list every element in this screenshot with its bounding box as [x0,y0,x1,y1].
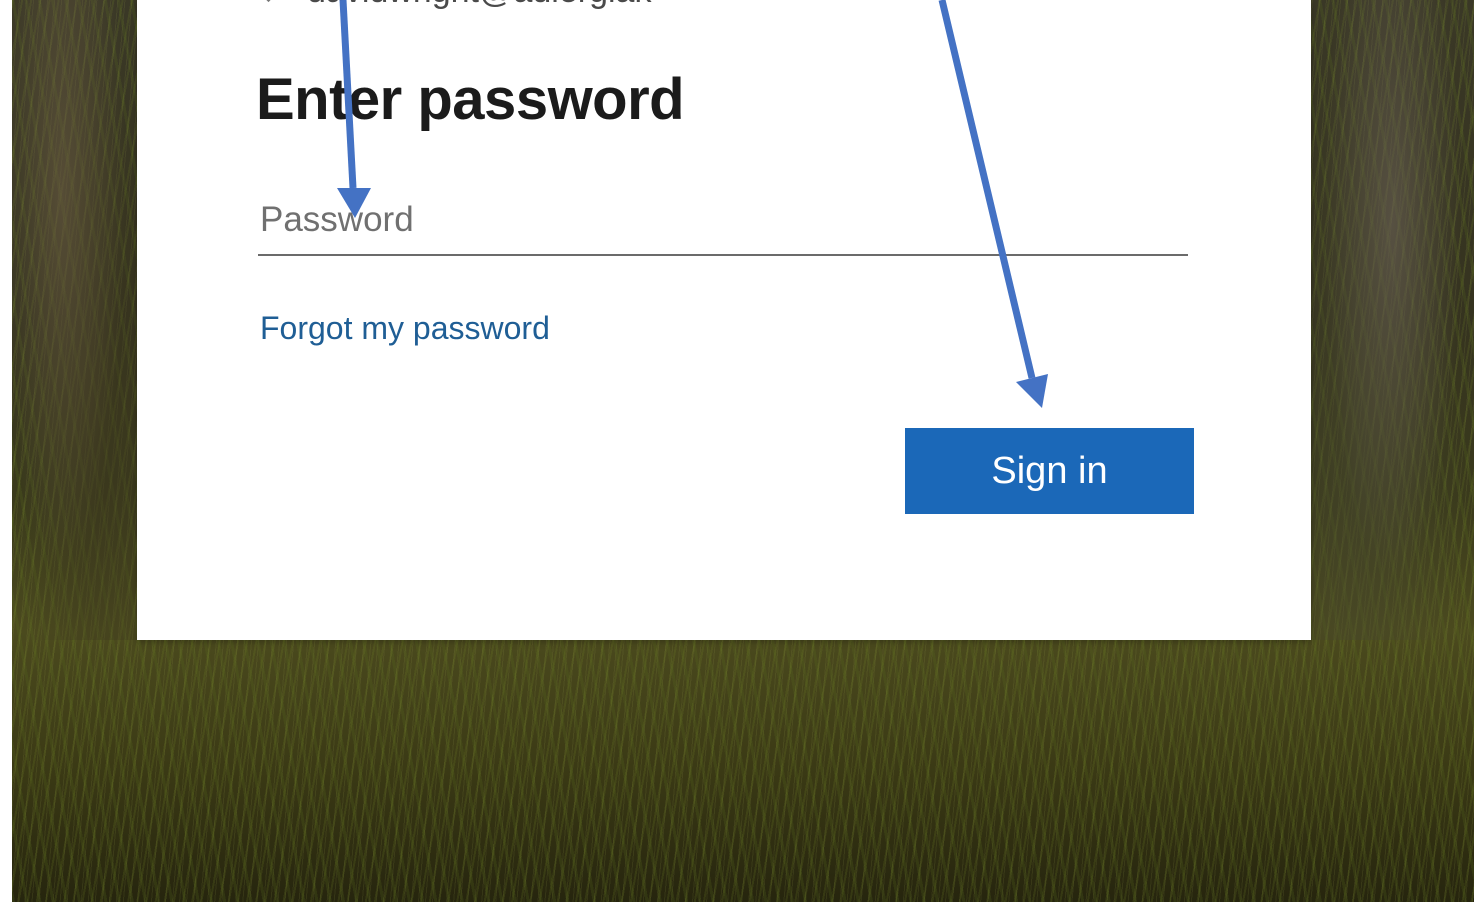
sign-in-button[interactable]: Sign in [905,428,1194,514]
background-foliage-left [12,0,137,640]
background-foliage-right [1311,0,1474,640]
sign-in-card: davidwright@adlergiak Enter password For… [137,0,1311,640]
screen: davidwright@adlergiak Enter password For… [0,0,1474,902]
forgot-password-link[interactable]: Forgot my password [260,310,550,347]
page-title: Enter password [256,67,685,132]
account-identity-row[interactable]: davidwright@adlergiak [255,0,651,16]
back-arrow-icon[interactable] [255,0,281,4]
left-edge-margin [0,0,12,902]
account-email: davidwright@adlergiak [307,0,651,11]
password-field[interactable] [258,186,1188,256]
